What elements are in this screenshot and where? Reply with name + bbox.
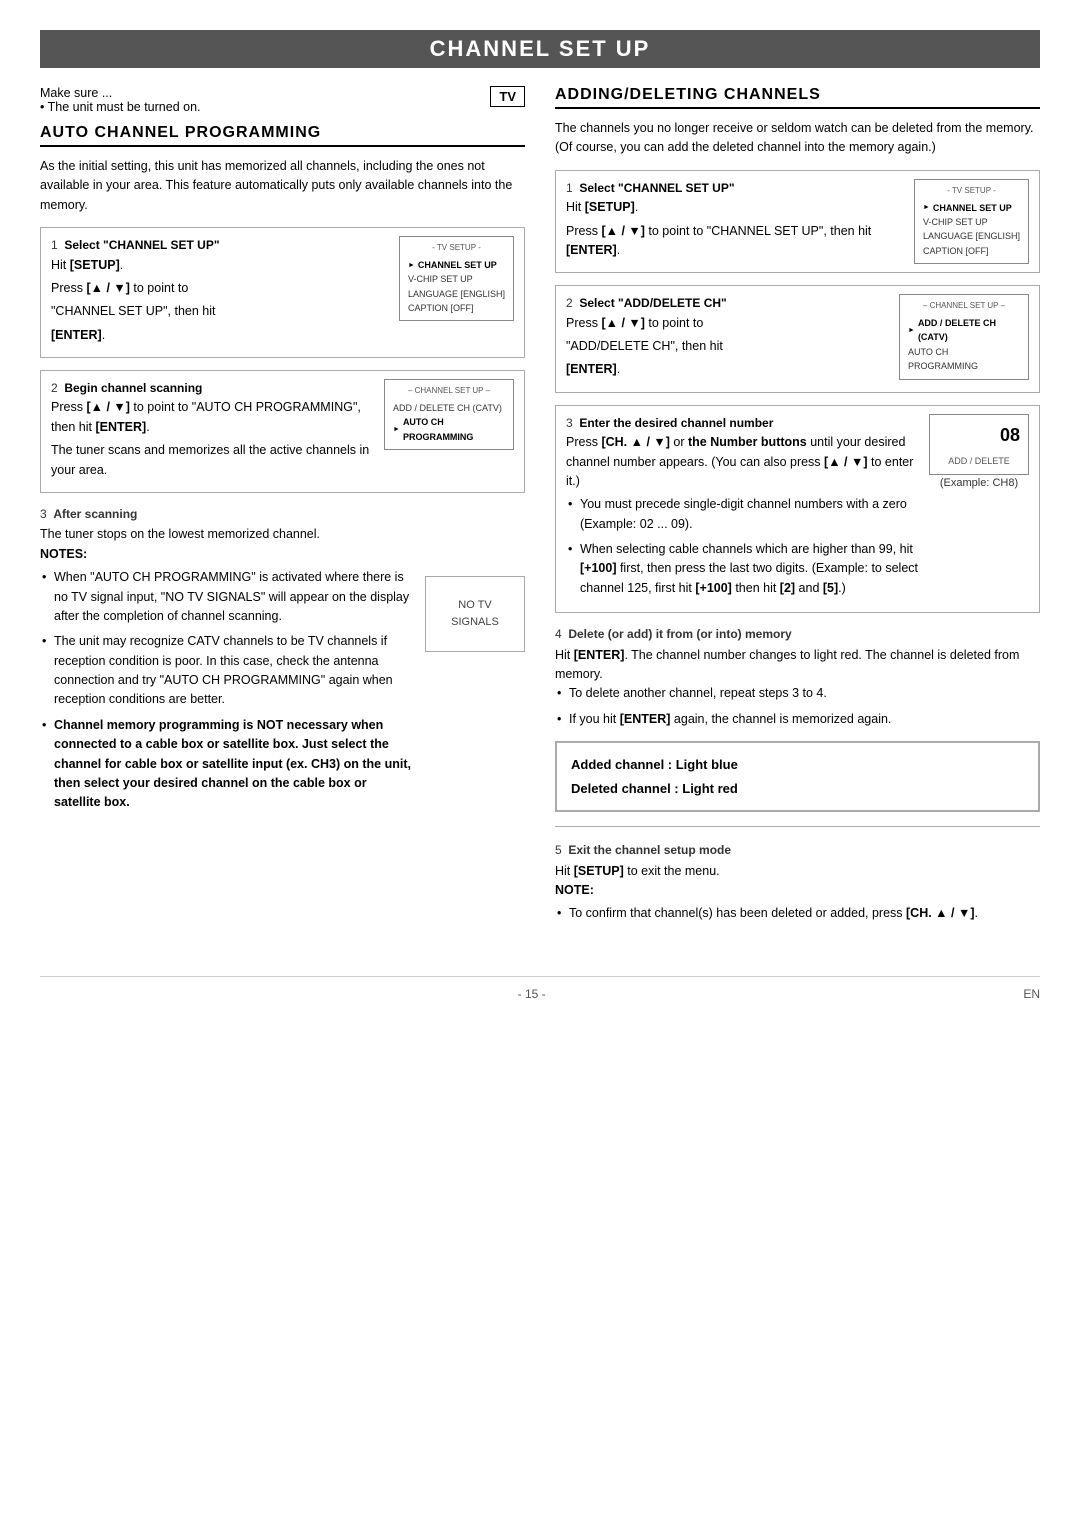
make-sure-content: Make sure ... • The unit must be turned … [40, 86, 201, 114]
right-step1-content: 1 Select "CHANNEL SET UP" Hit [SETUP]. P… [566, 179, 904, 265]
right-step5-label: 5 Exit the channel setup mode [555, 841, 1040, 860]
right-step3-screen: 08 ADD / DELETE [929, 414, 1029, 475]
left-step1-content: 1 Select "CHANNEL SET UP" Hit [SETUP]. P… [51, 236, 389, 349]
make-sure-label: Make sure ... [40, 86, 201, 100]
right-step5-note-item: To confirm that channel(s) has been dele… [555, 904, 1040, 923]
right-step2-content: 2 Select "ADD/DELETE CH" Press [▲ / ▼] t… [566, 294, 889, 384]
page-footer: - 15 - EN [40, 976, 1040, 1001]
right-step1-box: 1 Select "CHANNEL SET UP" Hit [SETUP]. P… [555, 170, 1040, 274]
left-step1-menu-item-4: CAPTION [OFF] [408, 301, 505, 315]
left-step1-menu-item-2: V-CHIP SET UP [408, 272, 505, 286]
left-step1-box: 1 Select "CHANNEL SET UP" Hit [SETUP]. P… [40, 227, 525, 358]
notes-title: NOTES: [40, 545, 525, 564]
auto-intro: As the initial setting, this unit has me… [40, 157, 525, 215]
right-step1-label: Select "CHANNEL SET UP" [579, 181, 734, 195]
right-step2-menu-item-1: ADD / DELETE CH (CATV) [908, 316, 1020, 345]
notes-content: When "AUTO CH PROGRAMMING" is activated … [40, 568, 525, 819]
left-step2-menu-item-1: ADD / DELETE CH (CATV) [393, 401, 505, 415]
left-step3: 3 After scanning The tuner stops on the … [40, 505, 525, 819]
left-step1-menu-item-3: LANGUAGE [ENGLISH] [408, 287, 505, 301]
left-step1-label: Select "CHANNEL SET UP" [64, 238, 219, 252]
right-step1-menu-title: - TV SETUP - [923, 185, 1020, 198]
adding-intro: The channels you no longer receive or se… [555, 119, 1040, 158]
right-step3-label: Enter the desired channel number [579, 416, 773, 430]
note-item-3: Channel memory programming is NOT necess… [40, 716, 415, 813]
right-step4-bullets: To delete another channel, repeat steps … [555, 684, 1040, 729]
page-number: - 15 - [518, 987, 546, 1001]
right-step1-menu-item-2: V-CHIP SET UP [923, 215, 1020, 229]
make-sure-row: Make sure ... • The unit must be turned … [40, 86, 525, 114]
right-step1-num: 1 [566, 181, 579, 195]
right-step3-bullet-1: You must precede single-digit channel nu… [566, 495, 919, 534]
right-step5-note-list: To confirm that channel(s) has been dele… [555, 904, 1040, 923]
make-sure-bullet: • The unit must be turned on. [40, 100, 201, 114]
adding-section-title: ADDING/DELETING CHANNELS [555, 86, 1040, 109]
left-column: Make sure ... • The unit must be turned … [40, 86, 525, 936]
right-step3-screen-area: 08 ADD / DELETE (Example: CH8) [929, 414, 1029, 489]
right-step2-label: Select "ADD/DELETE CH" [579, 296, 726, 310]
channel-legend-box: Added channel : Light blue Deleted chann… [555, 741, 1040, 812]
screen-num: 08 [938, 421, 1020, 450]
divider [555, 826, 1040, 827]
note-item-2: The unit may recognize CATV channels to … [40, 632, 415, 710]
page-container: CHANNEL SET UP Make sure ... • The unit … [40, 30, 1040, 1001]
screen-label: ADD / DELETE [938, 454, 1020, 468]
notes-list: When "AUTO CH PROGRAMMING" is activated … [40, 568, 415, 819]
right-step4-bullet-2: If you hit [ENTER] again, the channel is… [555, 710, 1040, 729]
left-step2-menu-item-2: AUTO CH PROGRAMMING [393, 415, 505, 444]
right-step2-num: 2 [566, 296, 579, 310]
left-step2-menu-title: – CHANNEL SET UP – [393, 385, 505, 398]
left-step1-menu-title: - TV SETUP - [408, 242, 505, 255]
right-step2-menu: – CHANNEL SET UP – ADD / DELETE CH (CATV… [899, 294, 1029, 379]
right-step2-box: 2 Select "ADD/DELETE CH" Press [▲ / ▼] t… [555, 285, 1040, 393]
left-step2-num: 2 [51, 381, 64, 395]
right-step2-menu-item-2: AUTO CH PROGRAMMING [908, 345, 1020, 374]
right-step5-note: NOTE: To confirm that channel(s) has bee… [555, 881, 1040, 924]
right-step1-menu-item-3: LANGUAGE [ENGLISH] [923, 229, 1020, 243]
example-label: (Example: CH8) [940, 477, 1018, 489]
left-step3-label: 3 After scanning [40, 505, 525, 524]
right-step1-menu: - TV SETUP - CHANNEL SET UP V-CHIP SET U… [914, 179, 1029, 264]
left-step1-menu-item-1: CHANNEL SET UP [408, 258, 505, 272]
left-step1-num: 1 [51, 238, 64, 252]
right-step3-bullet-2: When selecting cable channels which are … [566, 540, 919, 598]
note-item-1: When "AUTO CH PROGRAMMING" is activated … [40, 568, 415, 626]
tv-badge: TV [490, 86, 525, 107]
deleted-channel-label: Deleted channel : Light red [571, 777, 1024, 800]
right-step5: 5 Exit the channel setup mode Hit [SETUP… [555, 841, 1040, 924]
right-step5-note-title: NOTE: [555, 881, 1040, 900]
right-step1-menu-item-4: CAPTION [OFF] [923, 244, 1020, 258]
right-step2-menu-title: – CHANNEL SET UP – [908, 300, 1020, 313]
right-step3-bullets: You must precede single-digit channel nu… [566, 495, 919, 598]
signal-box: NO TV SIGNALS [425, 576, 525, 652]
right-column: ADDING/DELETING CHANNELS The channels yo… [555, 86, 1040, 936]
notes-section: NOTES: When "AUTO CH PROGRAMMING" is act… [40, 545, 525, 819]
left-step2-label: Begin channel scanning [64, 381, 202, 395]
left-step1-menu: - TV SETUP - CHANNEL SET UP V-CHIP SET U… [399, 236, 514, 321]
added-channel-label: Added channel : Light blue [571, 753, 1024, 776]
right-step1-menu-item-1: CHANNEL SET UP [923, 201, 1020, 215]
page-title: CHANNEL SET UP [40, 30, 1040, 68]
footer-lang: EN [1023, 987, 1040, 1001]
right-step4-bullet-1: To delete another channel, repeat steps … [555, 684, 1040, 703]
left-step2-content: 2 Begin channel scanning Press [▲ / ▼] t… [51, 379, 374, 484]
left-step2-menu: – CHANNEL SET UP – ADD / DELETE CH (CATV… [384, 379, 514, 450]
right-step4: 4 Delete (or add) it from (or into) memo… [555, 625, 1040, 729]
auto-section-title: AUTO CHANNEL PROGRAMMING [40, 124, 525, 147]
right-step3-num: 3 [566, 416, 579, 430]
left-step2-box: 2 Begin channel scanning Press [▲ / ▼] t… [40, 370, 525, 493]
right-step3-box: 3 Enter the desired channel number Press… [555, 405, 1040, 613]
right-step3-content: 3 Enter the desired channel number Press… [566, 414, 919, 604]
right-step4-label: 4 Delete (or add) it from (or into) memo… [555, 625, 1040, 644]
